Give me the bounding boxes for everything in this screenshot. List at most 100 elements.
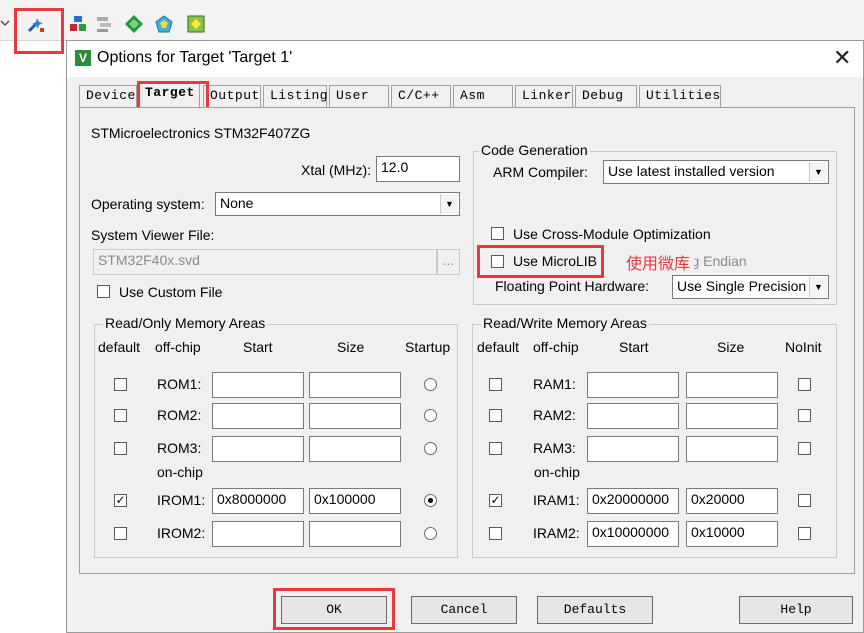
select-packs-icon[interactable] — [124, 14, 144, 34]
ram-row-label: RAM1: — [533, 376, 576, 392]
ro-onchip-label: on-chip — [157, 464, 203, 480]
ram-start-input[interactable]: 0x10000000 — [587, 521, 679, 547]
options-dialog: V Options for Target 'Target 1' ✕ Device… — [66, 40, 864, 633]
rom-startup-radio[interactable] — [424, 442, 437, 455]
os-value: None — [220, 195, 254, 211]
rom-startup-radio[interactable] — [424, 527, 437, 540]
rom-row-label: IROM2: — [157, 525, 206, 541]
tab-c-cpp[interactable]: C/C++ — [391, 85, 451, 107]
rom-default-checkbox[interactable] — [114, 409, 127, 422]
device-name: STMicroelectronics STM32F407ZG — [91, 125, 311, 141]
ram-start-input[interactable]: 0x20000000 — [587, 488, 679, 514]
cancel-button[interactable]: Cancel — [411, 596, 517, 624]
chevron-down-icon[interactable] — [0, 14, 10, 34]
ram-row-label: IRAM1: — [533, 492, 580, 508]
ram-row-label: IRAM2: — [533, 525, 580, 541]
defaults-button[interactable]: Defaults — [537, 596, 653, 624]
svd-input[interactable]: STM32F40x.svd — [93, 249, 437, 275]
ram-start-input[interactable] — [587, 372, 679, 398]
fpu-select[interactable]: Use Single Precision ▼ — [672, 275, 829, 299]
rom-row-label: IROM1: — [157, 492, 206, 508]
rom-start-input[interactable]: 0x8000000 — [212, 488, 304, 514]
ram-default-checkbox[interactable] — [489, 442, 502, 455]
rom-default-checkbox[interactable] — [114, 378, 127, 391]
highlight-ok-button — [273, 588, 395, 630]
ro-header-default: default — [98, 339, 141, 355]
os-select[interactable]: None ▼ — [215, 192, 460, 216]
tab-listing[interactable]: Listing — [263, 85, 328, 107]
xtal-input[interactable]: 12.0 — [376, 156, 460, 182]
cross-module-label: Use Cross-Module Optimization — [513, 226, 711, 242]
ram-start-input[interactable] — [587, 436, 679, 462]
svd-browse-button[interactable]: ... — [437, 249, 460, 275]
ro-header-start: Start — [243, 339, 273, 355]
rom-row-label: ROM1: — [157, 376, 202, 392]
ram-size-input[interactable] — [686, 436, 778, 462]
main-toolbar — [0, 0, 864, 41]
ram-noinit-checkbox[interactable] — [798, 409, 811, 422]
rom-start-input[interactable] — [212, 436, 304, 462]
rom-startup-radio[interactable] — [424, 494, 437, 507]
tab-utilities[interactable]: Utilities — [639, 85, 721, 107]
rw-header-noinit: NoInit — [785, 339, 822, 355]
rom-start-input[interactable] — [212, 521, 304, 547]
ram-noinit-checkbox[interactable] — [798, 378, 811, 391]
highlight-options-icon — [14, 8, 64, 54]
rom-default-checkbox[interactable] — [114, 442, 127, 455]
ram-size-input[interactable]: 0x10000 — [686, 521, 778, 547]
svd-label: System Viewer File: — [91, 227, 215, 243]
tab-user[interactable]: User — [329, 85, 389, 107]
batch-build-icon[interactable] — [154, 14, 174, 34]
rom-size-input[interactable] — [309, 436, 401, 462]
ram-default-checkbox[interactable] — [489, 409, 502, 422]
ram-noinit-checkbox[interactable] — [798, 527, 811, 540]
rom-row-label: ROM2: — [157, 407, 202, 423]
rw-header-size: Size — [717, 339, 745, 355]
rom-default-checkbox[interactable] — [114, 527, 127, 540]
uvision-logo-icon: V — [75, 50, 91, 66]
ram-default-checkbox[interactable] — [489, 378, 502, 391]
fpu-label: Floating Point Hardware: — [495, 278, 650, 294]
ram-default-checkbox[interactable]: ✓ — [489, 494, 502, 507]
rom-size-input[interactable] — [309, 521, 401, 547]
ro-memory-title: Read/Only Memory Areas — [103, 315, 268, 331]
ram-size-input[interactable]: 0x20000 — [686, 488, 778, 514]
tab-asm[interactable]: Asm — [453, 85, 513, 107]
ram-noinit-checkbox[interactable] — [798, 442, 811, 455]
dialog-titlebar: V Options for Target 'Target 1' ✕ — [67, 41, 863, 77]
manage-components-icon[interactable] — [94, 14, 114, 34]
rom-size-input[interactable] — [309, 403, 401, 429]
compiler-value: Use latest installed version — [608, 163, 775, 179]
rom-start-input[interactable] — [212, 372, 304, 398]
tab-debug[interactable]: Debug — [575, 85, 637, 107]
tab-device[interactable]: Device — [79, 85, 137, 107]
load-icon[interactable] — [68, 14, 88, 34]
os-label: Operating system: — [91, 196, 205, 212]
ram-noinit-checkbox[interactable] — [798, 494, 811, 507]
device-database-icon[interactable] — [186, 14, 206, 34]
ram-size-input[interactable] — [686, 403, 778, 429]
tab-linker[interactable]: Linker — [515, 85, 573, 107]
rom-start-input[interactable] — [212, 403, 304, 429]
rom-startup-radio[interactable] — [424, 378, 437, 391]
chevron-down-icon: ▼ — [809, 277, 827, 297]
rom-default-checkbox[interactable]: ✓ — [114, 494, 127, 507]
rom-size-input[interactable] — [309, 372, 401, 398]
custom-file-label: Use Custom File — [119, 284, 223, 300]
dialog-title: Options for Target 'Target 1' — [97, 49, 293, 66]
close-icon[interactable]: ✕ — [833, 45, 851, 71]
ram-row-label: RAM2: — [533, 407, 576, 423]
help-button[interactable]: Help — [739, 596, 853, 624]
rom-size-input[interactable]: 0x100000 — [309, 488, 401, 514]
microlib-annotation: 使用微库 — [626, 250, 695, 274]
cross-module-checkbox[interactable] — [491, 227, 504, 240]
ram-start-input[interactable] — [587, 403, 679, 429]
chevron-down-icon: ▼ — [440, 194, 458, 214]
custom-file-checkbox[interactable] — [97, 285, 110, 298]
ram-default-checkbox[interactable] — [489, 527, 502, 540]
rom-startup-radio[interactable] — [424, 409, 437, 422]
compiler-label: ARM Compiler: — [493, 164, 588, 180]
tab-output[interactable]: Output — [203, 85, 261, 107]
ram-size-input[interactable] — [686, 372, 778, 398]
compiler-select[interactable]: Use latest installed version ▼ — [603, 160, 829, 184]
